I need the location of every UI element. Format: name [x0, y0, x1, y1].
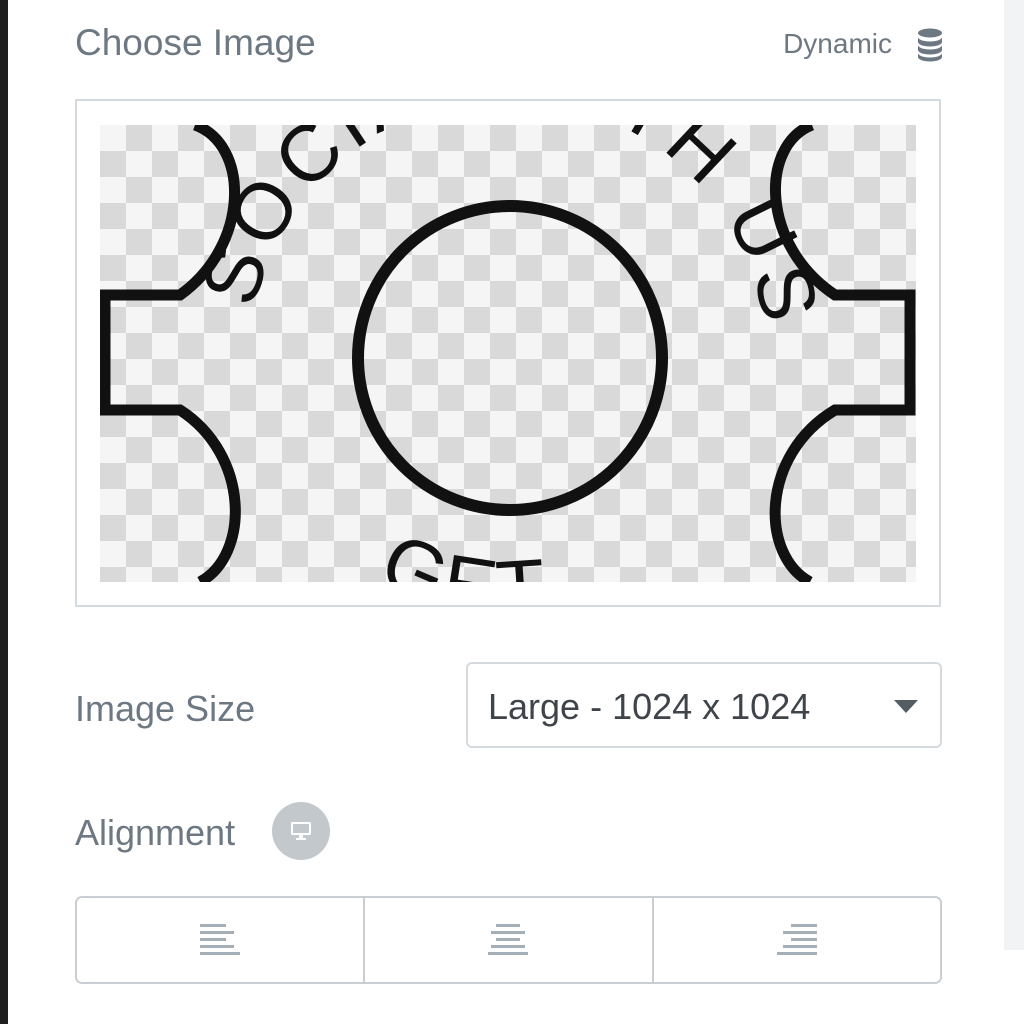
dynamic-tags-button[interactable]: Dynamic [783, 28, 892, 60]
align-center-icon [488, 924, 529, 955]
panel-left-edge [0, 0, 8, 1024]
align-right-icon [776, 924, 817, 955]
social-badge-graphic: SOCIAL WITH US GET [100, 125, 916, 582]
badge-bottom-text: GET [369, 516, 554, 582]
align-right-button[interactable] [651, 898, 940, 982]
scrollbar-gap [1004, 950, 1024, 1024]
align-left-icon [200, 924, 241, 955]
alignment-label: Alignment [75, 812, 236, 853]
image-size-select[interactable]: Large - 1024 x 1024 [466, 662, 942, 748]
chevron-down-icon [894, 700, 918, 713]
align-left-button[interactable] [77, 898, 364, 982]
image-size-value: Large - 1024 x 1024 [488, 686, 811, 727]
badge-ring-text: SOCIAL WITH US [184, 125, 836, 334]
choose-image-label: Choose Image [75, 22, 316, 63]
database-icon[interactable] [916, 28, 944, 62]
align-center-button[interactable] [363, 898, 652, 982]
responsive-device-button[interactable] [272, 802, 330, 860]
scrollbar-track[interactable] [1004, 0, 1024, 1024]
alignment-choices [75, 896, 942, 984]
desktop-icon [291, 822, 311, 840]
image-preview[interactable]: SOCIAL WITH US GET [100, 125, 916, 582]
image-size-label: Image Size [75, 688, 256, 729]
